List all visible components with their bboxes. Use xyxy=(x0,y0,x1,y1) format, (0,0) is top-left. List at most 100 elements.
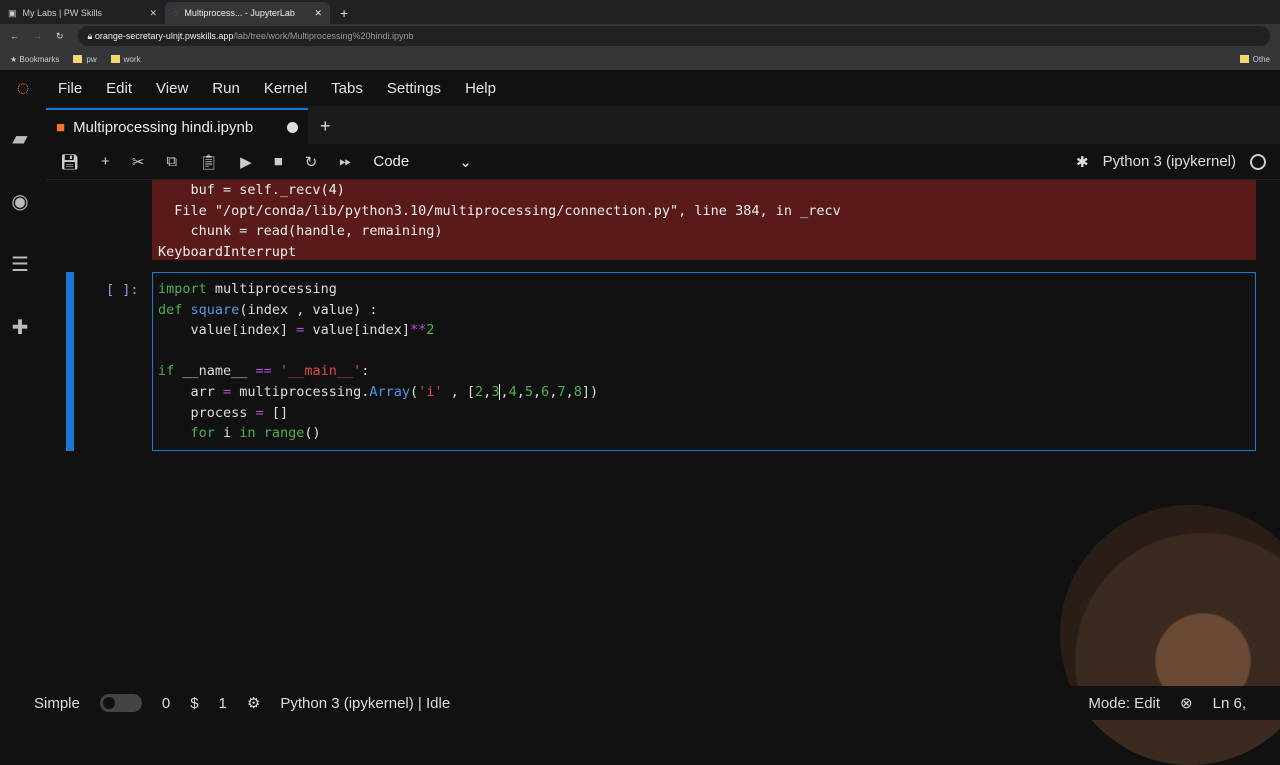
line-indicator[interactable]: Ln 6, xyxy=(1213,695,1246,712)
address-bar-row: ← → ↻ 🔒︎ orange-secretary-ulnjt.pwskills.a… xyxy=(0,24,1280,48)
code-token: process xyxy=(158,404,256,421)
bookmarks-bar: ★ Bookmarks pw work Othe xyxy=(0,48,1280,70)
new-tab-button[interactable]: + xyxy=(330,2,358,24)
gear-icon: ⚙ xyxy=(246,695,261,712)
browser-tab-mylabs[interactable]: ▣ My Labs | PW Skills ✕ xyxy=(0,2,165,24)
copy-icon[interactable]: ⧉ xyxy=(166,153,177,170)
code-token: value[index] xyxy=(304,322,410,339)
unsaved-indicator[interactable] xyxy=(287,121,298,133)
menu-kernel[interactable]: Kernel xyxy=(252,80,319,97)
folder-icon xyxy=(110,55,120,64)
code-token: == xyxy=(255,363,272,380)
folder-icon[interactable]: ▰ xyxy=(12,126,27,151)
code-line: process = [] xyxy=(158,403,1250,424)
folder-icon xyxy=(73,55,83,64)
code-token: def xyxy=(158,301,183,318)
menu-tabs[interactable]: Tabs xyxy=(319,80,375,97)
code-token: 7 xyxy=(557,383,566,400)
mode-indicator: Mode: Edit xyxy=(1088,694,1161,712)
code-token: 5 xyxy=(524,383,534,400)
save-icon[interactable]: 💾︎ xyxy=(60,153,79,171)
menu-view[interactable]: View xyxy=(144,80,200,97)
url-input[interactable]: 🔒︎ orange-secretary-ulnjt.pwskills.app/l… xyxy=(77,26,1270,46)
left-sidebar: ▰ ◉ ☰ ✚ xyxy=(0,106,40,686)
error-line: buf = self._recv(4) xyxy=(158,182,345,198)
reload-icon[interactable]: ↻ xyxy=(56,31,64,42)
bookmark-pw[interactable]: pw xyxy=(73,55,97,64)
bookmark-work[interactable]: work xyxy=(110,55,141,64)
error-output: buf = self._recv(4) File "/opt/conda/lib… xyxy=(152,180,1256,260)
other-bookmarks[interactable]: Othe xyxy=(1239,55,1270,64)
chevron-down-icon: ⌄ xyxy=(459,153,472,171)
code-token: 2 xyxy=(426,322,435,339)
code-token: () xyxy=(304,425,321,442)
debugger-icon[interactable]: ✱ xyxy=(1076,153,1089,171)
code-line: if __name__ == '__main__': xyxy=(158,361,1250,382)
tab-notebook[interactable]: ■ Multiprocessing hindi.ipynb xyxy=(46,108,308,144)
terminals-count: 0 xyxy=(161,694,171,712)
code-token: 'i' xyxy=(418,383,443,400)
fast-forward-icon[interactable]: ⏩︎ xyxy=(339,153,351,170)
paste-icon[interactable]: 📋︎ xyxy=(199,153,218,171)
code-token: , xyxy=(516,383,525,400)
kernel-status[interactable]: Python 3 (ipykernel) | Idle xyxy=(280,695,450,712)
close-icon[interactable]: ✕ xyxy=(314,8,322,19)
code-token: Array xyxy=(369,383,410,400)
simple-mode-toggle[interactable] xyxy=(99,694,142,712)
back-icon[interactable]: ← xyxy=(10,31,19,41)
run-icon[interactable]: ▶ xyxy=(240,153,252,171)
code-line: value[index] = value[index]**2 xyxy=(158,320,1250,341)
menu-edit[interactable]: Edit xyxy=(94,80,144,97)
code-token: square xyxy=(190,301,240,318)
menu-file[interactable]: File xyxy=(46,80,94,97)
code-line: for i in range() xyxy=(158,423,1250,444)
code-token: for xyxy=(190,425,215,442)
add-cell-icon[interactable]: + xyxy=(101,153,110,170)
notebook-toolbar: 💾︎ + ✂ ⧉ 📋︎ ▶ ■ ↻ ⏩︎ Code ⌄ ✱ Python 3 (ipykernel) xyxy=(46,144,1280,180)
code-token: ** xyxy=(409,322,427,339)
code-token: (index , value) : xyxy=(239,301,378,318)
close-icon[interactable]: ✕ xyxy=(149,8,157,19)
tab-icon: ▣ xyxy=(8,7,17,18)
toc-icon[interactable]: ☰ xyxy=(11,252,29,277)
code-token: ( xyxy=(409,383,419,400)
folder-icon xyxy=(1239,55,1249,64)
error-line: chunk = read(handle, remaining) xyxy=(158,223,443,239)
kernel-name[interactable]: Python 3 (ipykernel) xyxy=(1103,153,1236,170)
menu-settings[interactable]: Settings xyxy=(375,80,453,97)
kernel-status-icon xyxy=(1250,153,1266,170)
code-token: 2 xyxy=(475,383,484,400)
code-token: , [ xyxy=(442,383,476,400)
code-cell-editor[interactable]: import multiprocessing def square(index ,… xyxy=(152,272,1256,451)
browser-tab-jupyter[interactable]: ◌ Multiprocess... - JupyterLab ✕ xyxy=(165,2,330,24)
code-token: : xyxy=(361,363,370,380)
settings-error-icon[interactable]: ⊗ xyxy=(1180,694,1193,712)
menu-help[interactable]: Help xyxy=(453,80,508,97)
restart-icon[interactable]: ↻ xyxy=(305,153,318,171)
menu-run[interactable]: Run xyxy=(200,80,252,97)
forward-icon[interactable]: → xyxy=(33,31,42,41)
code-line: def square(index , value) : xyxy=(158,300,1250,321)
code-token: 4 xyxy=(508,383,517,400)
code-line: import multiprocessing xyxy=(158,279,1250,300)
status-bar: Simple 0 $ 1 ⚙ Python 3 (ipykernel) | Idle… xyxy=(0,686,1280,720)
code-token: i xyxy=(214,425,240,442)
cut-icon[interactable]: ✂ xyxy=(132,153,145,171)
code-token: ]) xyxy=(581,383,599,400)
new-launcher-button[interactable]: + xyxy=(308,108,343,144)
code-token: arr xyxy=(158,383,224,400)
extension-icon[interactable]: ✚ xyxy=(12,315,29,340)
bookmark-bookmarks[interactable]: ★ Bookmarks xyxy=(10,55,59,64)
lock-icon: 🔒︎ xyxy=(87,30,95,41)
cell-type-select[interactable]: Code ⌄ xyxy=(373,153,471,171)
code-token: multiprocessing xyxy=(206,281,337,297)
code-token: = xyxy=(223,383,232,400)
jupyter-logo-icon: ◌ xyxy=(16,75,30,100)
stop-icon[interactable]: ■ xyxy=(274,153,283,170)
running-icon[interactable]: ◉ xyxy=(11,189,28,214)
code-token: 8 xyxy=(573,383,582,400)
